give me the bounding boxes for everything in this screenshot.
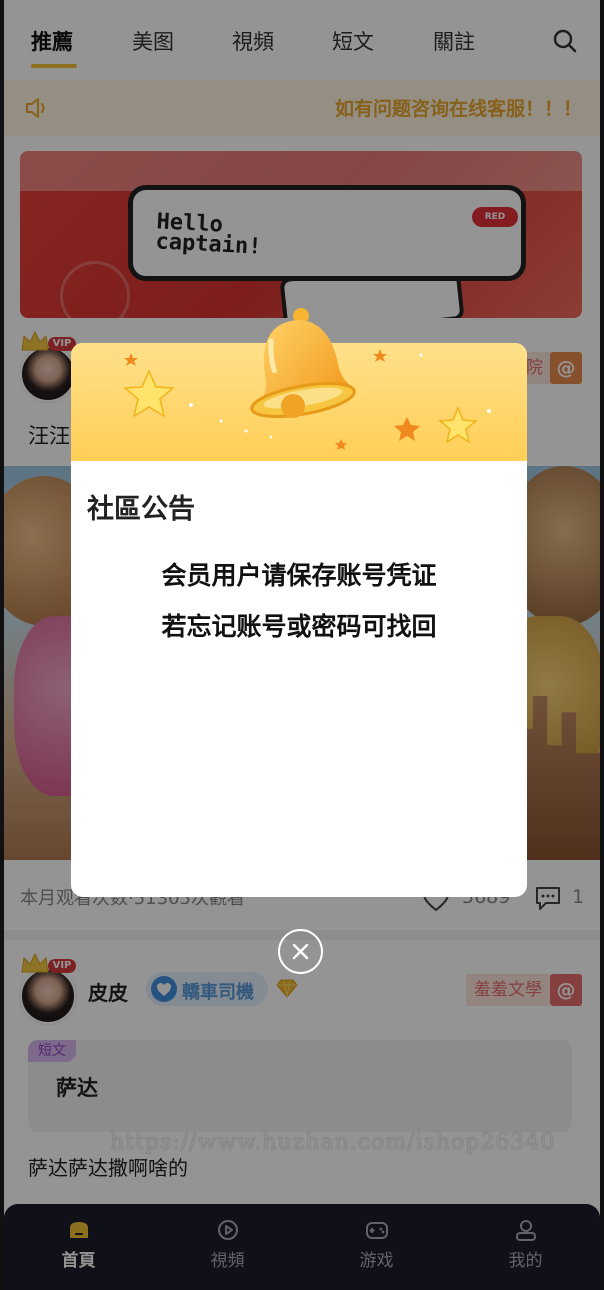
close-icon [292,943,309,960]
modal-title: 社區公告 [87,494,195,525]
modal-message-line1: 会员用户请保存账号凭证 [161,561,437,590]
modal-message-line2: 若忘记账号或密码可找回 [161,612,437,641]
bell-icon [250,308,356,418]
close-button[interactable] [278,929,323,974]
